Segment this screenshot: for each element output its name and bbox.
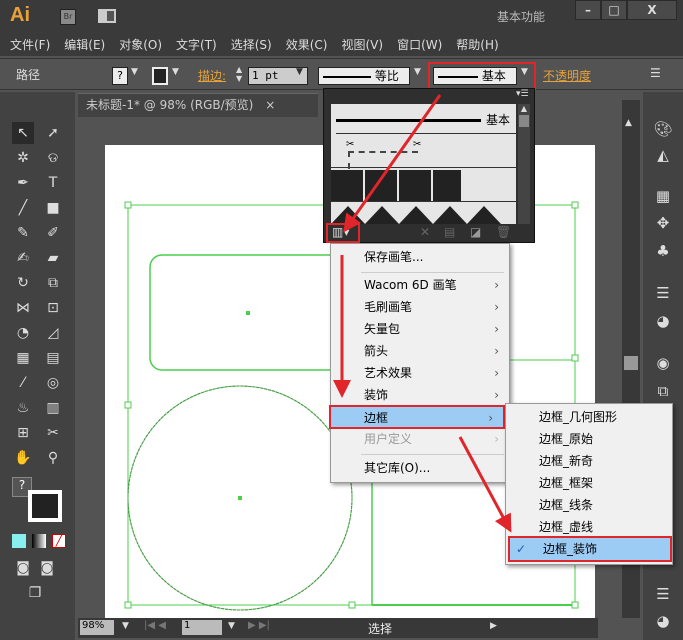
submenu-item-primitive[interactable]: 边框_原始 xyxy=(506,428,672,450)
chevron-right-icon: › xyxy=(494,344,499,358)
menu-item-other-library[interactable]: 其它库(O)... xyxy=(331,457,509,479)
brush-options-icon: ▤ xyxy=(444,225,456,239)
new-brush-icon[interactable]: ◪ xyxy=(470,225,481,239)
brush-name: 基本 xyxy=(486,113,511,127)
artboard-dropdown-icon[interactable]: ▼ xyxy=(228,621,235,631)
status-tool-label[interactable]: 选择 xyxy=(368,620,392,637)
menu-item-label: 保存画笔... xyxy=(364,250,424,264)
submenu-item-novelty[interactable]: 边框_新奇 xyxy=(506,450,672,472)
brush-item-basic[interactable]: 基本 xyxy=(336,104,516,134)
zoom-dropdown-icon[interactable]: ▼ xyxy=(122,621,129,631)
zoom-level-input[interactable]: 98% xyxy=(80,620,114,635)
brushes-icon[interactable]: ✥ xyxy=(651,214,675,236)
chevron-right-icon: › xyxy=(488,411,493,425)
checkmark-icon: ✓ xyxy=(516,542,527,556)
stroke-panel-icon[interactable]: ☰ xyxy=(651,284,675,306)
scroll-up-icon[interactable]: ▲ xyxy=(518,104,530,113)
chevron-right-icon: › xyxy=(494,366,499,380)
submenu-item-label: 边框_装饰 xyxy=(543,542,598,556)
menu-item-label: 装饰 xyxy=(364,388,389,402)
brush-item-arrows[interactable] xyxy=(331,170,516,202)
chevron-right-icon: › xyxy=(494,322,499,336)
next-artboard-icon[interactable]: ▶ ▶| xyxy=(248,620,270,631)
submenu-item-decorative[interactable]: ✓ 边框_装饰 xyxy=(508,536,672,562)
delete-brush-icon: 🗑︎ xyxy=(496,225,512,239)
menu-item-bristle[interactable]: 毛刷画笔 › xyxy=(331,296,509,318)
menu-item-arrows[interactable]: 箭头 › xyxy=(331,340,509,362)
swatches-icon[interactable]: ▦ xyxy=(651,187,675,209)
status-bar: 98% ▼ |◀ ◀ 1 ▼ ▶ ▶| 选择 ▶ xyxy=(78,618,598,638)
graphic-styles-icon[interactable]: ⧉ xyxy=(651,382,675,404)
status-menu-icon[interactable]: ▶ xyxy=(490,621,497,631)
menu-item-artistic[interactable]: 艺术效果 › xyxy=(331,362,509,384)
menu-item-vector-packs[interactable]: 矢量包 › xyxy=(331,318,509,340)
submenu-item-geometric[interactable]: 边框_几何图形 xyxy=(506,406,672,428)
menu-item-label: 用户定义 xyxy=(364,432,413,446)
chevron-right-icon: › xyxy=(494,300,499,314)
brush-library-menu: 保存画笔... Wacom 6D 画笔 › 毛刷画笔 › 矢量包 › 箭头 › 艺术效果… xyxy=(329,243,510,483)
menu-item-label: 矢量包 xyxy=(364,322,401,336)
transparency-icon[interactable]: ◕ xyxy=(651,312,675,334)
brush-item-triangles[interactable] xyxy=(331,204,516,224)
brush-list-scroll-thumb[interactable] xyxy=(519,115,529,127)
submenu-item-lines[interactable]: 边框_线条 xyxy=(506,494,672,516)
menu-item-label: 边框 xyxy=(364,411,389,425)
submenu-item-dashed[interactable]: 边框_虚线 xyxy=(506,516,672,538)
brush-item-dashed-scissors[interactable]: ✂ ✂ xyxy=(331,135,516,169)
color-guide-icon[interactable]: ◭ xyxy=(651,146,675,168)
menu-item-decorative[interactable]: 装饰 › xyxy=(331,384,509,406)
transparency-icon-2[interactable]: ◕ xyxy=(651,612,675,634)
chevron-right-icon: › xyxy=(494,432,499,446)
brush-list-scrollbar[interactable]: ▲ xyxy=(518,104,530,224)
submenu-item-frames[interactable]: 边框_框架 xyxy=(506,472,672,494)
menu-item-label: 箭头 xyxy=(364,344,389,358)
menu-item-wacom-6d[interactable]: Wacom 6D 画笔 › xyxy=(331,274,509,296)
menu-item-label: 其它库(O)... xyxy=(364,461,431,475)
menu-item-label: Wacom 6D 画笔 xyxy=(364,278,457,292)
brush-list[interactable]: 基本 ✂ ✂ xyxy=(331,104,516,224)
brush-libraries-menu-icon[interactable]: ▥▾ xyxy=(332,225,349,239)
first-artboard-icon[interactable]: |◀ ◀ xyxy=(144,620,166,631)
appearance-icon[interactable]: ◉ xyxy=(651,354,675,376)
border-submenu: 边框_几何图形 边框_原始 边框_新奇 边框_框架 边框_线条 边框_虚线 ✓ … xyxy=(505,403,673,565)
menu-item-label: 艺术效果 xyxy=(364,366,413,380)
remove-stroke-icon: ✕ xyxy=(420,225,431,239)
color-panel-icon[interactable]: 🎨︎ xyxy=(651,120,675,142)
chevron-right-icon: › xyxy=(494,388,499,402)
menu-item-borders[interactable]: 边框 › xyxy=(329,405,505,429)
menu-item-user-defined: 用户定义 › xyxy=(331,428,509,450)
chevron-right-icon: › xyxy=(494,278,499,292)
stroke-panel-icon-2[interactable]: ☰ xyxy=(651,585,675,607)
symbols-icon[interactable]: ♣ xyxy=(651,242,675,264)
brush-definition-panel: ▾☰ 基本 ✂ ✂ ▲ ▥▾ ✕ ▤ ◪ 🗑︎ xyxy=(323,88,535,243)
menu-item-label: 毛刷画笔 xyxy=(364,300,413,314)
menu-item-save-brushes[interactable]: 保存画笔... xyxy=(331,246,509,268)
scrollbar-thumb[interactable] xyxy=(624,356,638,370)
artboard-number-input[interactable]: 1 xyxy=(182,620,222,635)
scroll-up-icon[interactable]: ▲ xyxy=(625,118,632,128)
panel-menu-icon[interactable]: ▾☰ xyxy=(516,89,529,99)
